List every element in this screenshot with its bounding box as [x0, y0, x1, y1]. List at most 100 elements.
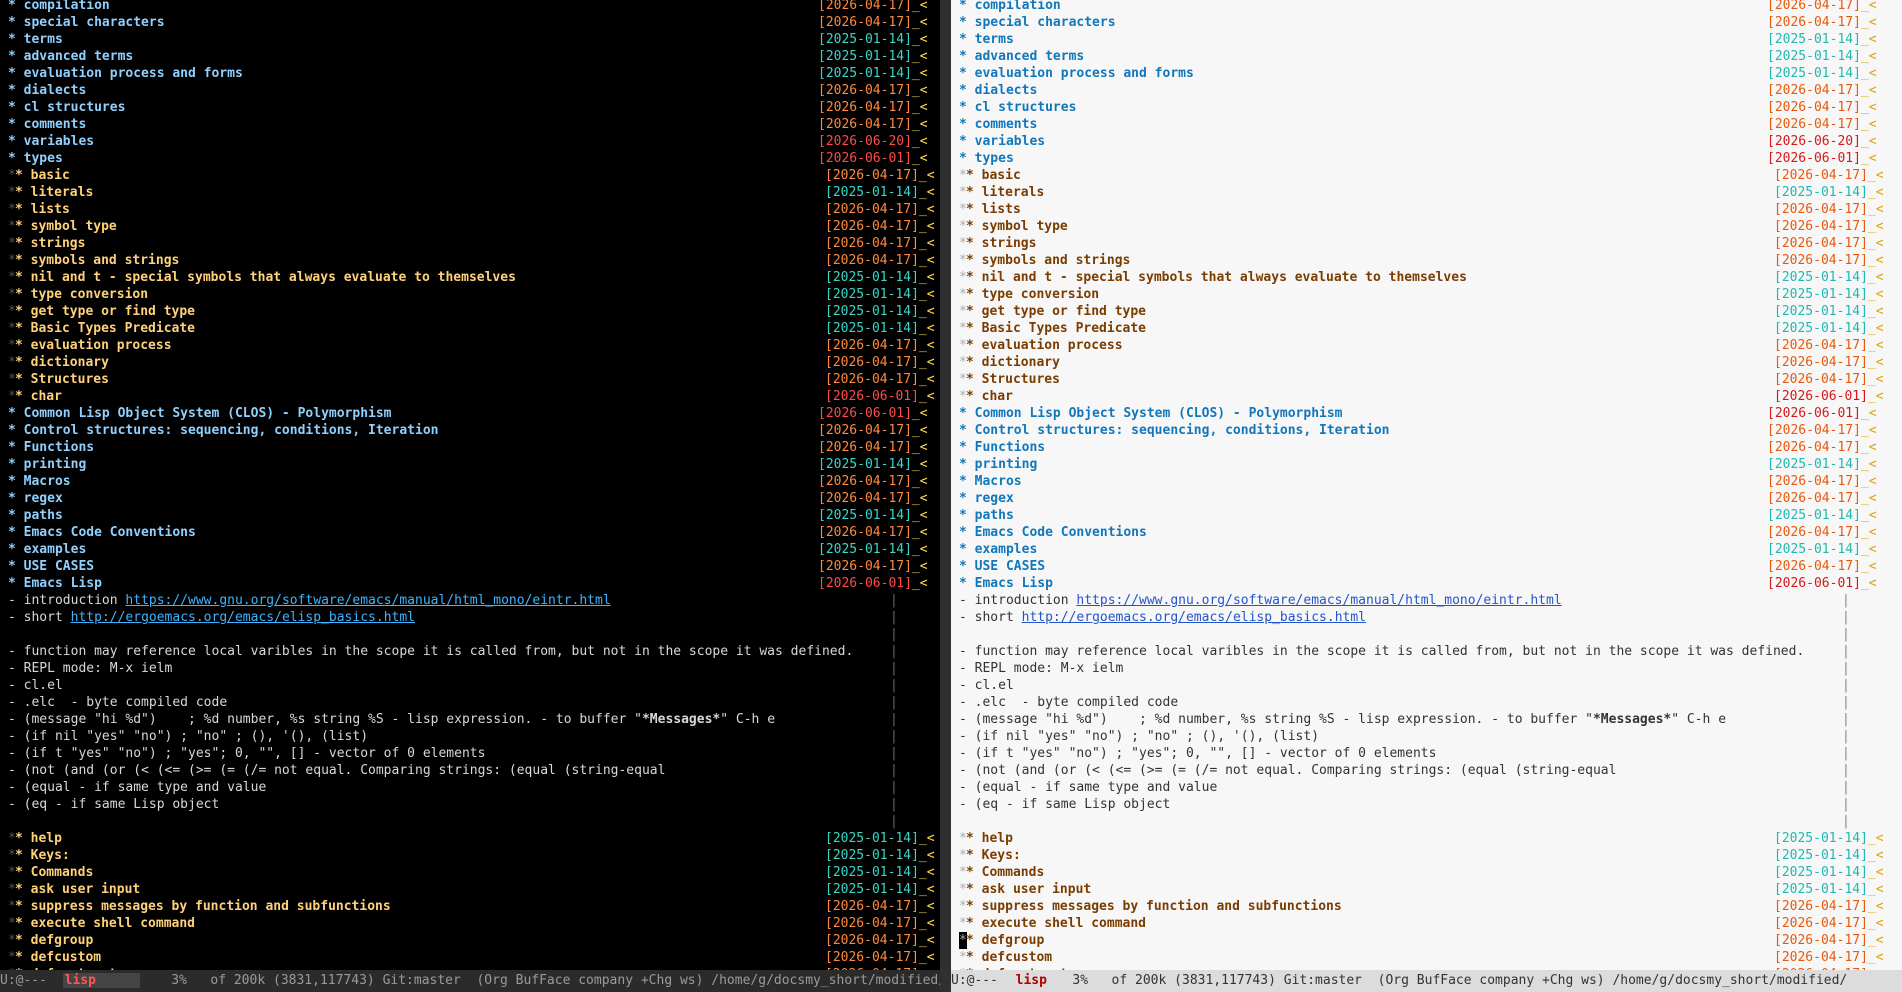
- heading-text[interactable]: * Emacs Code Conventions: [959, 524, 1147, 541]
- heading-level-2[interactable]: * * lists [2026-04-17]_<: [0, 201, 950, 218]
- heading-level-1[interactable]: * Common Lisp Object System (CLOS) - Pol…: [951, 405, 1902, 422]
- timestamp[interactable]: [2026-04-17]_<: [1774, 218, 1884, 235]
- timestamp[interactable]: [2026-04-17]_<: [1767, 439, 1877, 456]
- timestamp[interactable]: [2025-01-14]_<: [818, 507, 928, 524]
- timestamp-date[interactable]: [2025-01-14]: [825, 304, 919, 319]
- heading-text[interactable]: * regex: [959, 490, 1014, 507]
- timestamp[interactable]: [2026-04-17]_<: [818, 14, 928, 31]
- timestamp[interactable]: [2026-04-17]_<: [825, 252, 935, 269]
- outline-line[interactable]: |: [951, 813, 1902, 830]
- timestamp-date[interactable]: [2026-04-17]: [825, 933, 919, 948]
- heading-level-2[interactable]: * * help [2025-01-14]_<: [0, 830, 950, 847]
- heading-level-2[interactable]: * * char [2026-06-01]_<: [0, 388, 950, 405]
- heading-text[interactable]: * printing: [959, 456, 1037, 473]
- fold-marker[interactable]: <: [1869, 83, 1877, 98]
- heading-text[interactable]: * evaluation process and forms: [959, 65, 1194, 82]
- fold-marker[interactable]: <: [927, 865, 935, 880]
- heading-level-2[interactable]: * * Structures [2026-04-17]_<: [0, 371, 950, 388]
- timestamp-date[interactable]: [2025-01-14]: [1774, 270, 1868, 285]
- timestamp[interactable]: [2026-06-01]_<: [1767, 575, 1877, 592]
- heading-text[interactable]: * Basic Types Predicate: [966, 320, 1146, 337]
- timestamp-date[interactable]: [2026-04-17]: [825, 253, 919, 268]
- heading-text[interactable]: * advanced terms: [959, 48, 1084, 65]
- hyperlink[interactable]: http://ergoemacs.org/emacs/elisp_basics.…: [71, 610, 415, 625]
- fold-marker[interactable]: <: [920, 457, 928, 472]
- timestamp[interactable]: [2026-04-17]_<: [818, 473, 928, 490]
- timestamp-date[interactable]: [2026-04-17]: [1767, 491, 1861, 506]
- heading-level-1[interactable]: * cl structures [2026-04-17]_<: [951, 99, 1902, 116]
- heading-text[interactable]: * defgroup: [966, 932, 1044, 949]
- fold-marker[interactable]: <: [1876, 338, 1884, 353]
- fold-marker[interactable]: <: [927, 338, 935, 353]
- heading-level-2[interactable]: * * Commands [2025-01-14]_<: [951, 864, 1902, 881]
- heading-text[interactable]: * special characters: [959, 14, 1116, 31]
- heading-level-1[interactable]: * terms [2025-01-14]_<: [951, 31, 1902, 48]
- heading-level-1[interactable]: * printing [2025-01-14]_<: [0, 456, 950, 473]
- fold-marker[interactable]: <: [927, 933, 935, 948]
- timestamp-date[interactable]: [2025-01-14]: [818, 542, 912, 557]
- heading-text[interactable]: * Commands: [966, 864, 1044, 881]
- heading-level-1[interactable]: * paths [2025-01-14]_<: [0, 507, 950, 524]
- fold-marker[interactable]: <: [927, 372, 935, 387]
- heading-text[interactable]: * char: [966, 388, 1013, 405]
- timestamp-date[interactable]: [2026-06-01]: [818, 406, 912, 421]
- timestamp[interactable]: [2026-04-17]_<: [825, 371, 935, 388]
- heading-text[interactable]: * symbols and strings: [966, 252, 1130, 269]
- heading-text[interactable]: * Macros: [959, 473, 1022, 490]
- heading-level-1[interactable]: * comments [2026-04-17]_<: [951, 116, 1902, 133]
- timestamp[interactable]: [2025-01-14]_<: [1767, 31, 1877, 48]
- right-window[interactable]: * compilation [2026-04-17]_< * special cha…: [951, 0, 1902, 992]
- outline-line[interactable]: - short http://ergoemacs.org/emacs/elisp…: [0, 609, 950, 626]
- heading-text[interactable]: * type conversion: [966, 286, 1099, 303]
- heading-level-2[interactable]: * * suppress messages by function and sub…: [951, 898, 1902, 915]
- heading-text[interactable]: * USE CASES: [8, 558, 94, 575]
- heading-level-1[interactable]: * printing [2025-01-14]_<: [951, 456, 1902, 473]
- fold-marker[interactable]: <: [1869, 117, 1877, 132]
- timestamp-date[interactable]: [2025-01-14]: [825, 848, 919, 863]
- timestamp[interactable]: [2025-01-14]_<: [1774, 269, 1884, 286]
- hyperlink[interactable]: https://www.gnu.org/software/emacs/manua…: [1076, 593, 1561, 608]
- heading-level-1[interactable]: * dialects [2026-04-17]_<: [0, 82, 950, 99]
- timestamp-date[interactable]: [2025-01-14]: [1774, 304, 1868, 319]
- fold-marker[interactable]: <: [920, 491, 928, 506]
- timestamp-date[interactable]: [2025-01-14]: [825, 287, 919, 302]
- timestamp[interactable]: [2025-01-14]_<: [1774, 881, 1884, 898]
- fold-marker[interactable]: <: [927, 185, 935, 200]
- timestamp-date[interactable]: [2025-01-14]: [1767, 542, 1861, 557]
- timestamp[interactable]: [2025-01-14]_<: [818, 541, 928, 558]
- heading-level-2[interactable]: * * lists [2026-04-17]_<: [951, 201, 1902, 218]
- timestamp[interactable]: [2026-04-17]_<: [1767, 99, 1877, 116]
- heading-text[interactable]: * regex: [8, 490, 63, 507]
- timestamp[interactable]: [2026-06-01]_<: [1767, 405, 1877, 422]
- heading-text[interactable]: * evaluation process: [966, 337, 1123, 354]
- timestamp[interactable]: [2025-01-14]_<: [825, 320, 935, 337]
- heading-text[interactable]: * compilation: [959, 0, 1061, 14]
- heading-level-2[interactable]: * * symbols and strings [2026-04-17]_<: [0, 252, 950, 269]
- outline-line[interactable]: - (if t "yes" "no") ; "yes"; 0, "", [] -…: [0, 745, 950, 762]
- timestamp[interactable]: [2026-04-17]_<: [825, 915, 935, 932]
- heading-text[interactable]: * strings: [15, 235, 85, 252]
- fold-marker[interactable]: <: [927, 304, 935, 319]
- fold-marker[interactable]: <: [927, 219, 935, 234]
- heading-text[interactable]: * nil and t - special symbols that alway…: [15, 269, 516, 286]
- outline-line[interactable]: - introduction https://www.gnu.org/softw…: [0, 592, 950, 609]
- fold-marker[interactable]: <: [927, 168, 935, 183]
- heading-level-1[interactable]: * Macros [2026-04-17]_<: [951, 473, 1902, 490]
- heading-level-2[interactable]: * * dictionary [2026-04-17]_<: [0, 354, 950, 371]
- fold-marker[interactable]: <: [1869, 100, 1877, 115]
- heading-text[interactable]: * symbol type: [966, 218, 1068, 235]
- heading-text[interactable]: * Emacs Code Conventions: [8, 524, 196, 541]
- heading-level-2[interactable]: * * char [2026-06-01]_<: [951, 388, 1902, 405]
- heading-level-2[interactable]: * * get type or find type [2025-01-14]_<: [951, 303, 1902, 320]
- timestamp[interactable]: [2026-04-17]_<: [1774, 167, 1884, 184]
- heading-level-2[interactable]: * * type conversion [2025-01-14]_<: [0, 286, 950, 303]
- fold-marker[interactable]: <: [927, 270, 935, 285]
- heading-level-2[interactable]: * * suppress messages by function and sub…: [0, 898, 950, 915]
- timestamp-date[interactable]: [2026-04-17]: [818, 491, 912, 506]
- heading-text[interactable]: * literals: [15, 184, 93, 201]
- heading-level-2[interactable]: * * defgroup [2026-04-17]_<: [0, 932, 950, 949]
- heading-level-1[interactable]: * compilation [2026-04-17]_<: [0, 0, 950, 14]
- timestamp-date[interactable]: [2025-01-14]: [825, 321, 919, 336]
- timestamp-date[interactable]: [2025-01-14]: [825, 882, 919, 897]
- timestamp-date[interactable]: [2026-04-17]: [825, 372, 919, 387]
